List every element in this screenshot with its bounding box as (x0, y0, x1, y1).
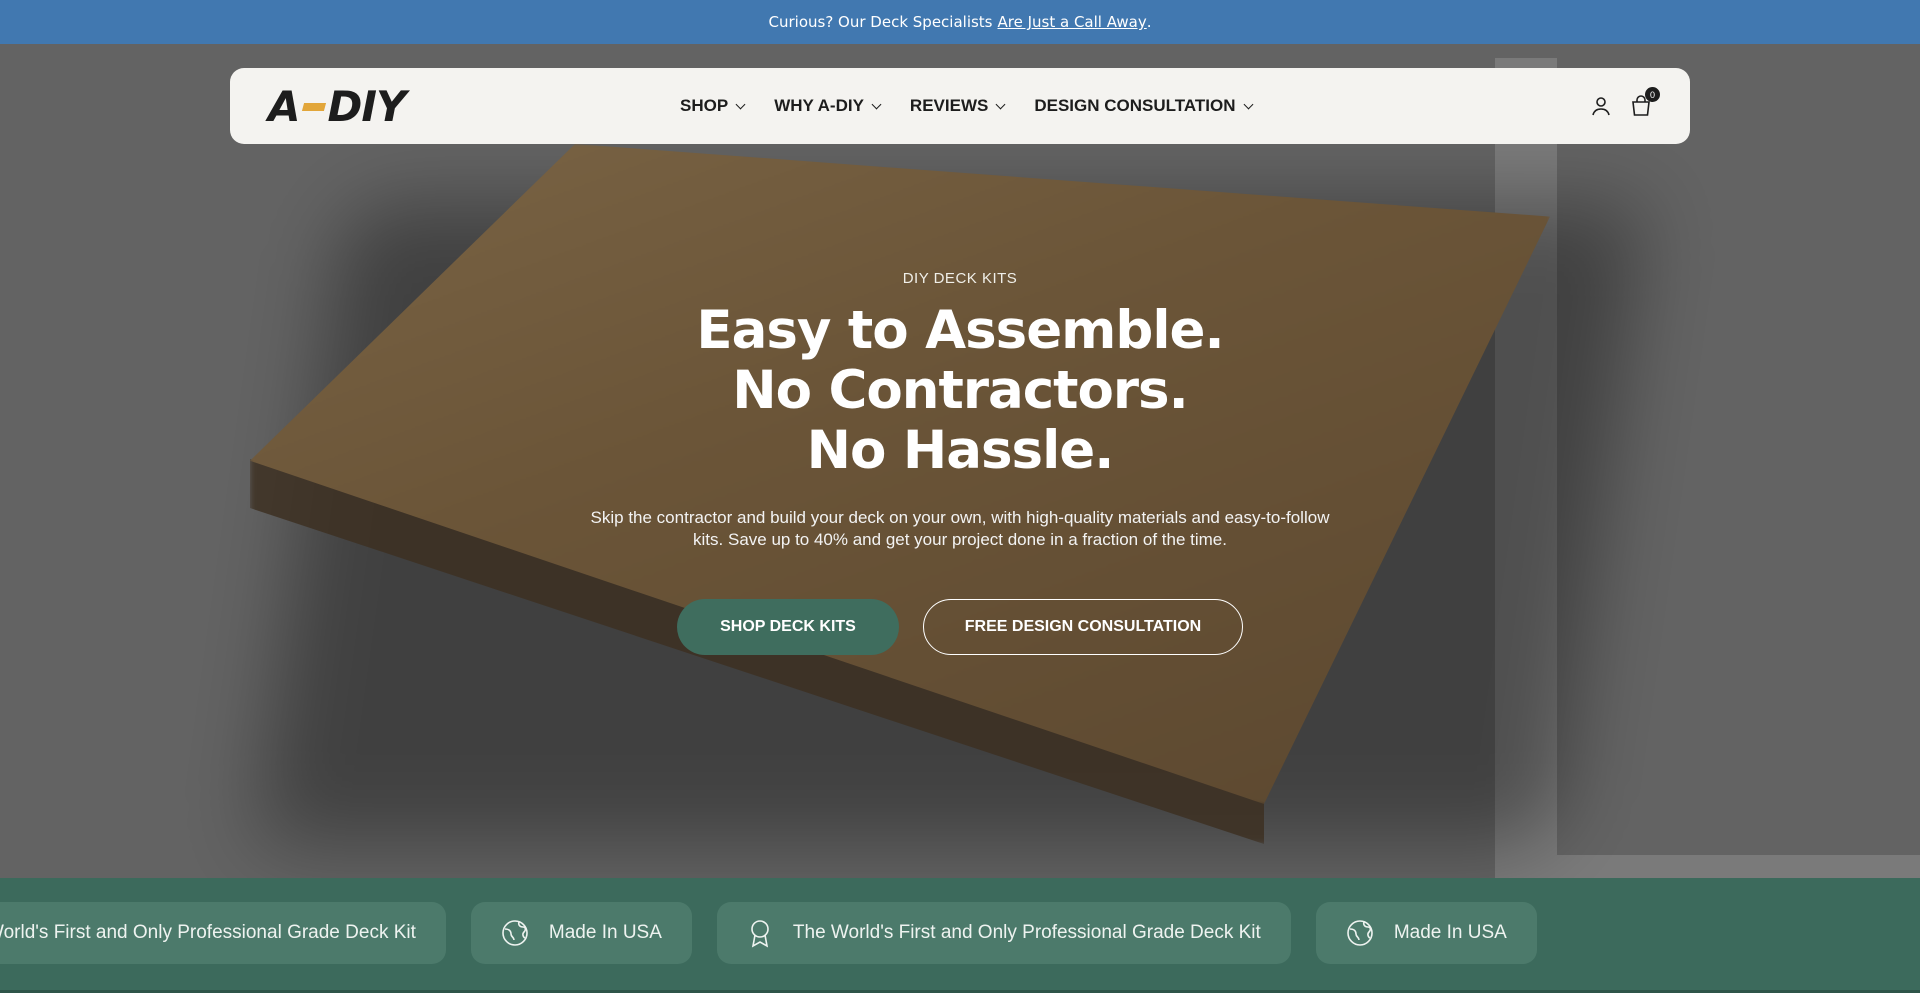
announcement-suffix: . (1146, 13, 1152, 31)
announcement-bar: Curious? Our Deck Specialists Are Just a… (0, 0, 1920, 44)
nav-label: DESIGN CONSULTATION (1034, 96, 1236, 115)
free-design-consultation-button[interactable]: FREE DESIGN CONSULTATION (923, 599, 1243, 655)
account-icon[interactable] (1590, 95, 1612, 117)
feature-marquee: The World's First and Only Professional … (0, 902, 1537, 964)
award-icon (751, 920, 769, 948)
cart-count-badge: 0 (1645, 87, 1660, 102)
feature-label: Made In USA (548, 922, 662, 943)
call-link[interactable]: Are Just a Call Away (998, 13, 1147, 31)
hero-cta-row: SHOP DECK KITS FREE DESIGN CONSULTATION (0, 599, 1920, 655)
feature-label: The World's First and Only Professional … (792, 922, 1261, 943)
logo-dash (301, 102, 326, 111)
chevron-down-icon (995, 99, 1006, 109)
chevron-down-icon (735, 99, 746, 109)
feature-pill: The World's First and Only Professional … (0, 902, 446, 964)
nav-item-why-a-diy[interactable]: WHY A-DIY (774, 96, 882, 116)
nav-label: WHY A-DIY (774, 96, 864, 115)
logo-letter: A (268, 82, 301, 131)
site-logo[interactable]: A DIY (268, 82, 407, 131)
hero-content: DIY DECK KITS Easy to Assemble. No Contr… (0, 270, 1920, 655)
headline-line-1: Easy to Assemble. (696, 300, 1224, 361)
feature-strip: The World's First and Only Professional … (0, 878, 1920, 993)
feature-label: Made In USA (1393, 922, 1507, 943)
nav-item-design-consultation[interactable]: DESIGN CONSULTATION (1034, 96, 1253, 116)
main-nav: SHOP WHY A-DIY REVIEWS DESIGN CONSULTATI… (680, 68, 1253, 144)
hero-headline: Easy to Assemble. No Contractors. No Has… (0, 301, 1920, 481)
cart-icon[interactable]: 0 (1630, 87, 1660, 117)
feature-pill: Made In USA (1315, 902, 1537, 964)
site-header: A DIY SHOP WHY A-DIY REVIEWS DESIGN CONS… (230, 68, 1690, 144)
chevron-down-icon (871, 99, 882, 109)
nav-item-shop[interactable]: SHOP (680, 96, 746, 116)
globe-icon (502, 920, 528, 946)
headline-line-3: No Hassle. (806, 420, 1115, 481)
globe-icon (1347, 920, 1373, 946)
hero-subtext: Skip the contractor and build your deck … (590, 508, 1330, 549)
logo-word: DIY (327, 82, 407, 131)
feature-pill: Made In USA (470, 902, 692, 964)
shop-deck-kits-button[interactable]: SHOP DECK KITS (677, 599, 899, 655)
chevron-down-icon (1243, 99, 1253, 109)
nav-label: SHOP (680, 96, 729, 115)
nav-item-reviews[interactable]: REVIEWS (909, 96, 1006, 116)
header-actions: 0 (1590, 68, 1660, 144)
feature-label: The World's First and Only Professional … (0, 922, 416, 943)
headline-line-2: No Contractors. (732, 360, 1188, 421)
announcement-text: Curious? Our Deck Specialists (768, 13, 993, 31)
hero-eyebrow: DIY DECK KITS (902, 270, 1018, 287)
feature-pill: The World's First and Only Professional … (716, 902, 1291, 964)
nav-label: REVIEWS (909, 96, 989, 115)
